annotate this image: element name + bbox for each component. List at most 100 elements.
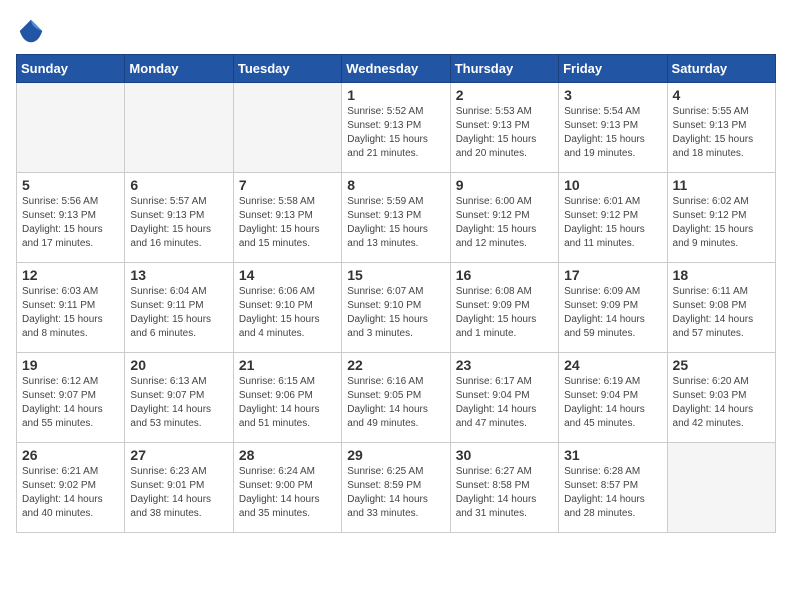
calendar-cell: 9Sunrise: 6:00 AM Sunset: 9:12 PM Daylig… xyxy=(450,173,558,263)
day-number: 4 xyxy=(673,87,770,103)
day-info: Sunrise: 6:28 AM Sunset: 8:57 PM Dayligh… xyxy=(564,465,661,521)
day-number: 19 xyxy=(22,357,119,373)
day-info: Sunrise: 6:16 AM Sunset: 9:05 PM Dayligh… xyxy=(347,375,444,431)
day-info: Sunrise: 6:25 AM Sunset: 8:59 PM Dayligh… xyxy=(347,465,444,521)
calendar-cell: 14 Sunrise: 6:06 AM Sunset: 9:10 PM Dayli… xyxy=(233,263,341,353)
day-number: 29 xyxy=(347,447,444,463)
day-number: 7 xyxy=(239,177,336,193)
calendar-cell: 4 Sunrise: 5:55 AM Sunset: 9:13 PM Daylig… xyxy=(667,83,775,173)
day-number: 30 xyxy=(456,447,553,463)
calendar-cell: 24 Sunrise: 6:19 AM Sunset: 9:04 PM Dayli… xyxy=(559,353,667,443)
weekday-header-sunday: Sunday xyxy=(17,55,125,83)
calendar-cell: 31 Sunrise: 6:28 AM Sunset: 8:57 PM Dayli… xyxy=(559,443,667,533)
calendar-cell: 20Sunrise: 6:13 AM Sunset: 9:07 PM Dayli… xyxy=(125,353,233,443)
day-number: 26 xyxy=(22,447,119,463)
calendar-cell: 21 Sunrise: 6:15 AM Sunset: 9:06 PM Dayli… xyxy=(233,353,341,443)
calendar-week-3: 12 Sunrise: 6:03 AM Sunset: 9:11 PM Dayli… xyxy=(17,263,776,353)
day-number: 12 xyxy=(22,267,119,283)
day-number: 9 xyxy=(456,177,553,193)
calendar-cell: 23Sunrise: 6:17 AM Sunset: 9:04 PM Dayli… xyxy=(450,353,558,443)
day-number: 6 xyxy=(130,177,227,193)
day-number: 8 xyxy=(347,177,444,193)
day-number: 24 xyxy=(564,357,661,373)
weekday-header-friday: Friday xyxy=(559,55,667,83)
day-info: Sunrise: 6:12 AM Sunset: 9:07 PM Dayligh… xyxy=(22,375,119,431)
day-number: 1 xyxy=(347,87,444,103)
day-info: Sunrise: 6:23 AM Sunset: 9:01 PM Dayligh… xyxy=(130,465,227,521)
calendar-cell: 2 Sunrise: 5:53 AM Sunset: 9:13 PM Daylig… xyxy=(450,83,558,173)
calendar-cell xyxy=(125,83,233,173)
calendar-cell: 5 Sunrise: 5:56 AM Sunset: 9:13 PM Daylig… xyxy=(17,173,125,263)
day-number: 3 xyxy=(564,87,661,103)
calendar-cell: 11 Sunrise: 6:02 AM Sunset: 9:12 PM Dayli… xyxy=(667,173,775,263)
day-info: Sunrise: 6:02 AM Sunset: 9:12 PM Dayligh… xyxy=(673,195,770,251)
day-info: Sunrise: 6:01 AM Sunset: 9:12 PM Dayligh… xyxy=(564,195,661,251)
calendar-cell: 3 Sunrise: 5:54 AM Sunset: 9:13 PM Daylig… xyxy=(559,83,667,173)
day-number: 16 xyxy=(456,267,553,283)
day-info: Sunrise: 5:57 AM Sunset: 9:13 PM Dayligh… xyxy=(130,195,227,251)
day-number: 31 xyxy=(564,447,661,463)
day-info: Sunrise: 5:58 AM Sunset: 9:13 PM Dayligh… xyxy=(239,195,336,251)
day-info: Sunrise: 6:08 AM Sunset: 9:09 PM Dayligh… xyxy=(456,285,553,341)
day-info: Sunrise: 6:06 AM Sunset: 9:10 PM Dayligh… xyxy=(239,285,336,341)
day-number: 21 xyxy=(239,357,336,373)
day-info: Sunrise: 6:03 AM Sunset: 9:11 PM Dayligh… xyxy=(22,285,119,341)
calendar-cell xyxy=(17,83,125,173)
logo-icon xyxy=(16,16,46,46)
day-info: Sunrise: 6:21 AM Sunset: 9:02 PM Dayligh… xyxy=(22,465,119,521)
day-info: Sunrise: 6:15 AM Sunset: 9:06 PM Dayligh… xyxy=(239,375,336,431)
logo xyxy=(16,16,50,46)
calendar-week-1: 1 Sunrise: 5:52 AM Sunset: 9:13 PM Daylig… xyxy=(17,83,776,173)
day-number: 28 xyxy=(239,447,336,463)
day-number: 27 xyxy=(130,447,227,463)
day-number: 15 xyxy=(347,267,444,283)
calendar-cell: 1 Sunrise: 5:52 AM Sunset: 9:13 PM Daylig… xyxy=(342,83,450,173)
day-number: 18 xyxy=(673,267,770,283)
day-info: Sunrise: 6:24 AM Sunset: 9:00 PM Dayligh… xyxy=(239,465,336,521)
day-number: 11 xyxy=(673,177,770,193)
day-info: Sunrise: 6:11 AM Sunset: 9:08 PM Dayligh… xyxy=(673,285,770,341)
calendar-cell: 26 Sunrise: 6:21 AM Sunset: 9:02 PM Dayli… xyxy=(17,443,125,533)
weekday-header-saturday: Saturday xyxy=(667,55,775,83)
day-number: 25 xyxy=(673,357,770,373)
day-info: Sunrise: 5:55 AM Sunset: 9:13 PM Dayligh… xyxy=(673,105,770,161)
day-number: 17 xyxy=(564,267,661,283)
calendar-cell: 28 Sunrise: 6:24 AM Sunset: 9:00 PM Dayli… xyxy=(233,443,341,533)
weekday-header-wednesday: Wednesday xyxy=(342,55,450,83)
calendar-cell: 12 Sunrise: 6:03 AM Sunset: 9:11 PM Dayli… xyxy=(17,263,125,353)
day-number: 13 xyxy=(130,267,227,283)
day-info: Sunrise: 5:56 AM Sunset: 9:13 PM Dayligh… xyxy=(22,195,119,251)
day-info: Sunrise: 6:04 AM Sunset: 9:11 PM Dayligh… xyxy=(130,285,227,341)
day-info: Sunrise: 6:13 AM Sunset: 9:07 PM Dayligh… xyxy=(130,375,227,431)
day-number: 14 xyxy=(239,267,336,283)
day-info: Sunrise: 6:19 AM Sunset: 9:04 PM Dayligh… xyxy=(564,375,661,431)
day-number: 5 xyxy=(22,177,119,193)
calendar-cell: 27 Sunrise: 6:23 AM Sunset: 9:01 PM Dayli… xyxy=(125,443,233,533)
calendar-cell: 13 Sunrise: 6:04 AM Sunset: 9:11 PM Dayli… xyxy=(125,263,233,353)
day-info: Sunrise: 6:27 AM Sunset: 8:58 PM Dayligh… xyxy=(456,465,553,521)
day-info: Sunrise: 6:07 AM Sunset: 9:10 PM Dayligh… xyxy=(347,285,444,341)
day-number: 10 xyxy=(564,177,661,193)
calendar-table: SundayMondayTuesdayWednesdayThursdayFrid… xyxy=(16,54,776,533)
calendar-cell: 6 Sunrise: 5:57 AM Sunset: 9:13 PM Daylig… xyxy=(125,173,233,263)
calendar-cell xyxy=(667,443,775,533)
calendar-cell: 22 Sunrise: 6:16 AM Sunset: 9:05 PM Dayli… xyxy=(342,353,450,443)
day-number: 22 xyxy=(347,357,444,373)
day-info: Sunrise: 6:20 AM Sunset: 9:03 PM Dayligh… xyxy=(673,375,770,431)
calendar-cell: 8 Sunrise: 5:59 AM Sunset: 9:13 PM Daylig… xyxy=(342,173,450,263)
calendar-cell: 18 Sunrise: 6:11 AM Sunset: 9:08 PM Dayli… xyxy=(667,263,775,353)
calendar-cell: 29 Sunrise: 6:25 AM Sunset: 8:59 PM Dayli… xyxy=(342,443,450,533)
day-info: Sunrise: 5:53 AM Sunset: 9:13 PM Dayligh… xyxy=(456,105,553,161)
day-info: Sunrise: 5:54 AM Sunset: 9:13 PM Dayligh… xyxy=(564,105,661,161)
calendar-week-4: 19 Sunrise: 6:12 AM Sunset: 9:07 PM Dayli… xyxy=(17,353,776,443)
weekday-header-tuesday: Tuesday xyxy=(233,55,341,83)
day-info: Sunrise: 5:52 AM Sunset: 9:13 PM Dayligh… xyxy=(347,105,444,161)
weekday-header-row: SundayMondayTuesdayWednesdayThursdayFrid… xyxy=(17,55,776,83)
calendar-cell: 10 Sunrise: 6:01 AM Sunset: 9:12 PM Dayli… xyxy=(559,173,667,263)
calendar-cell xyxy=(233,83,341,173)
day-info: Sunrise: 5:59 AM Sunset: 9:13 PM Dayligh… xyxy=(347,195,444,251)
calendar-cell: 30 Sunrise: 6:27 AM Sunset: 8:58 PM Dayli… xyxy=(450,443,558,533)
day-info: Sunrise: 6:17 AM Sunset: 9:04 PM Dayligh… xyxy=(456,375,553,431)
day-number: 2 xyxy=(456,87,553,103)
calendar-week-5: 26 Sunrise: 6:21 AM Sunset: 9:02 PM Dayli… xyxy=(17,443,776,533)
